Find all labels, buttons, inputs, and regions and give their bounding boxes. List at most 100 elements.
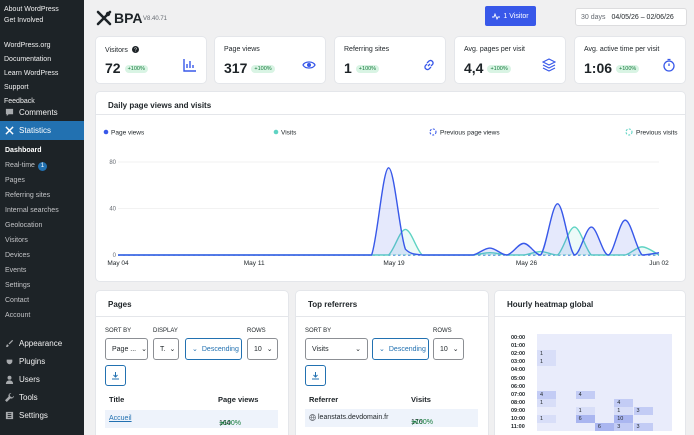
legend-marker <box>429 128 437 136</box>
globe-icon <box>309 414 316 423</box>
heatmap-hour-label: 04:00 <box>511 367 526 374</box>
heatmap-background <box>537 334 673 432</box>
menu-settings-label: Settings <box>19 410 48 420</box>
menu-users-label: Users <box>19 374 40 384</box>
heatmap-hour-label: 07:00 <box>511 391 526 398</box>
wrench-icon <box>5 392 14 402</box>
legend-label: Previous page views <box>440 130 500 137</box>
submenu-account[interactable]: Account <box>0 308 84 323</box>
rows-label: ROWS <box>247 328 266 334</box>
rows-label: ROWS <box>433 328 452 334</box>
stat-label-text: Visitors <box>105 47 128 54</box>
menu-statistics[interactable]: Statistics <box>0 121 84 140</box>
page-link[interactable]: Accueil <box>109 415 132 422</box>
submenu-internal-searches[interactable]: Internal searches <box>0 203 84 218</box>
submenu-geolocation[interactable]: Geolocation <box>0 218 84 233</box>
referrers-order-value: Descending <box>388 345 426 353</box>
timer-icon <box>663 58 675 72</box>
pages-download-button[interactable] <box>105 365 126 386</box>
heatmap-cell: 3 <box>633 423 653 432</box>
submenu-settings[interactable]: Settings <box>0 278 84 293</box>
bpa-logo-icon <box>96 10 112 26</box>
pages-order-button[interactable]: ⌄ Descending <box>185 338 242 360</box>
link-icon <box>424 59 434 71</box>
heatmap-cell: 6 <box>575 415 595 424</box>
menu-comments[interactable]: Comments <box>0 106 84 119</box>
download-icon <box>312 372 319 380</box>
submenu-dashboard[interactable]: Dashboard <box>0 143 84 158</box>
table-row: leanstats.devdomain.fr 176 +100% ↗ <box>305 409 478 427</box>
menu-tools[interactable]: Tools <box>0 388 84 406</box>
referrers-order-button[interactable]: ⌄ Descending <box>372 338 429 360</box>
referrers-rows-select[interactable]: 10 ⌄ <box>433 338 464 360</box>
heatmap-hour-label: 10:00 <box>511 416 526 422</box>
referrers-sort-value: Visits <box>312 345 329 353</box>
menu-plugins[interactable]: Plugins <box>0 352 84 370</box>
submenu-referring-sites[interactable]: Referring sites <box>0 188 84 203</box>
referrers-col-referrer: Referrer <box>309 395 339 404</box>
pages-card: Pages SORT BY DISPLAY ROWS Page ... ⌄ T. ⌄… <box>96 291 288 435</box>
x-tick-label: May 11 <box>244 260 265 267</box>
support-link[interactable]: Support <box>0 81 84 95</box>
app-version: V8.40.71 <box>143 16 168 22</box>
heatmap-hour-label: 03:00 <box>511 359 526 366</box>
referrers-download-button[interactable] <box>305 365 326 386</box>
submenu-realtime[interactable]: Real-time 1 <box>0 158 84 173</box>
stat-card-page-views: Page views 317 +100% <box>215 37 325 83</box>
x-tick-label: Jun 02 <box>649 260 669 267</box>
menu-users[interactable]: Users <box>0 370 84 388</box>
date-range-picker[interactable]: 30 days 04/05/26 – 02/06/26 <box>575 8 687 26</box>
chevron-down-icon: ⌄ <box>452 346 459 353</box>
heatmap-hour-label: 06:00 <box>511 383 526 390</box>
legend-label: Visits <box>281 130 297 137</box>
submenu-events[interactable]: Events <box>0 263 84 278</box>
get-involved-link[interactable]: Get Involved <box>0 15 84 26</box>
help-icon[interactable]: ? <box>131 46 139 53</box>
legend-marker <box>273 129 279 135</box>
heatmap-cell: 1 <box>537 358 557 367</box>
x-tick-label: May 19 <box>383 260 405 267</box>
documentation-link[interactable]: Documentation <box>0 53 84 67</box>
submenu-realtime-label: Real-time <box>5 162 35 169</box>
referrers-title: Top referrers <box>308 300 358 309</box>
heatmap-hour-label: 11:00 <box>511 424 525 431</box>
chevron-down-icon: ⌄ <box>141 346 148 353</box>
layers-icon <box>542 58 556 72</box>
legend-label: Previous visits <box>636 130 678 137</box>
stat-card-visitors: Visitors ? 72 +100% <box>96 37 206 83</box>
pages-sort-select[interactable]: Page ... ⌄ <box>105 338 148 360</box>
learn-wordpress-link[interactable]: Learn WordPress <box>0 67 84 81</box>
heatmap-cell: 4 <box>614 398 634 407</box>
submenu-contact[interactable]: Contact <box>0 293 84 308</box>
stat-card-referring-sites: Referring sites 1 +100% <box>335 37 445 83</box>
referrers-sort-select[interactable]: Visits ⌄ <box>305 338 368 360</box>
table-row: Accueil 164 +100% ↗ <box>105 410 278 428</box>
heatmap-hour-label: 09:00 <box>511 407 526 414</box>
divider <box>296 316 488 317</box>
x-tick-label: May 04 <box>107 260 129 267</box>
submenu-pages[interactable]: Pages <box>0 173 84 188</box>
chevron-down-icon: ⌄ <box>355 346 361 353</box>
wordpress-org-link[interactable]: WordPress.org <box>0 39 84 53</box>
visitor-button[interactable]: 1 Visitor <box>485 6 536 26</box>
heatmap-cell: 6 <box>594 423 615 432</box>
about-wordpress-link[interactable]: About WordPress <box>0 4 84 15</box>
referrer-name[interactable]: leanstats.devdomain.fr <box>318 414 388 421</box>
pages-display-value: T. <box>160 345 166 353</box>
submenu-devices[interactable]: Devices <box>0 248 84 263</box>
y-tick-label: 80 <box>109 160 116 166</box>
heatmap-cell: 3 <box>614 423 634 432</box>
pages-rows-select[interactable]: 10 ⌄ <box>247 338 278 360</box>
realtime-count-badge: 1 <box>37 162 47 171</box>
pages-display-select[interactable]: T. ⌄ <box>153 338 179 360</box>
submenu-visitors[interactable]: Visitors <box>0 233 84 248</box>
stat-label: Avg. pages per visit <box>464 46 525 53</box>
menu-appearance[interactable]: Appearance <box>0 334 84 352</box>
stat-value-text: 317 <box>224 60 248 76</box>
menu-settings[interactable]: Settings <box>0 406 84 424</box>
pages-rows-value: 10 <box>254 345 262 353</box>
referrers-rows-value: 10 <box>440 345 448 353</box>
pages-title: Pages <box>108 300 132 309</box>
pages-col-title: Title <box>109 395 125 404</box>
legend-marker <box>625 128 633 136</box>
